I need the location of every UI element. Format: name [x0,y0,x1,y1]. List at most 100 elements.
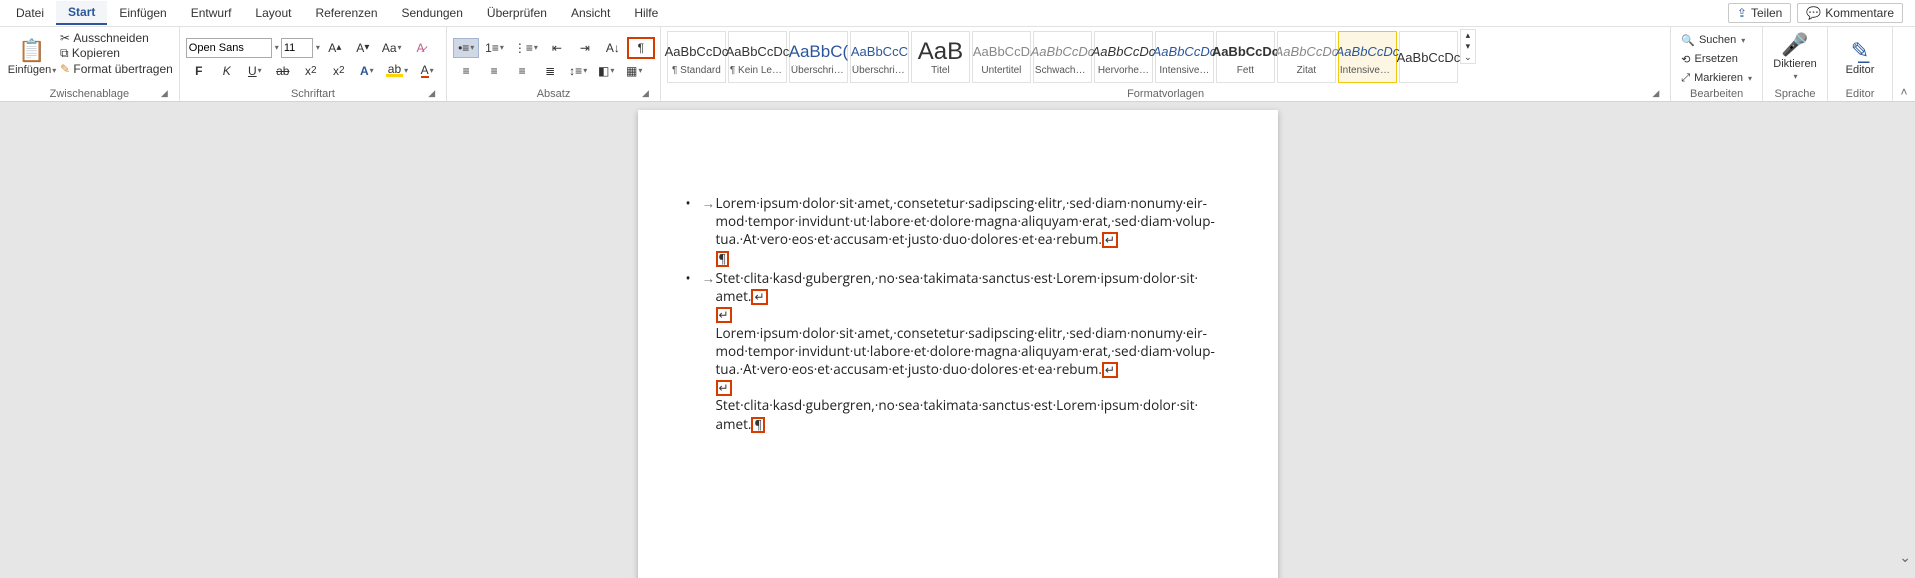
style-preview: AaBbCcD [973,39,1030,65]
styles-launcher[interactable]: ◢ [1649,85,1662,101]
comments-button[interactable]: 💬Kommentare [1797,3,1903,23]
font-color-button[interactable]: A▾ [414,61,440,81]
style-item-5[interactable]: AaBbCcDUntertitel [972,31,1031,83]
tab-datei[interactable]: Datei [4,2,56,24]
style-name: Fett [1237,65,1254,76]
tab-start[interactable]: Start [56,1,107,25]
shrink-font-button[interactable]: A▾ [350,38,376,58]
shading-button[interactable]: ◧▾ [593,61,619,81]
style-item-7[interactable]: AaBbCcDcHervorhe… [1094,31,1153,83]
font-launcher[interactable]: ◢ [425,85,438,101]
cut-button[interactable]: ✂ Ausschneiden [60,31,173,45]
style-item-10[interactable]: AaBbCcDcZitat [1277,31,1336,83]
style-scroll-down[interactable]: ▾ [1461,41,1475,52]
font-name-input[interactable] [186,38,272,58]
tab-ansicht[interactable]: Ansicht [559,2,622,24]
bold-button[interactable]: F [186,61,212,81]
numbering-button[interactable]: 1≡▾ [481,38,508,58]
font-name-dropdown[interactable]: ▾ [275,43,279,52]
style-name: Überschrif… [852,65,907,76]
doc-text: Lorem·ipsum·dolor·sit·amet,·consetetur·s… [716,194,1208,212]
replace-icon: ⟲ [1681,53,1690,66]
share-button[interactable]: ⇪Teilen [1728,3,1791,23]
tab-ueberpruefen[interactable]: Überprüfen [475,2,559,24]
text-effects-button[interactable]: A▾ [354,61,380,81]
font-size-input[interactable] [281,38,313,58]
style-item-0[interactable]: AaBbCcDc¶ Standard [667,31,726,83]
tab-layout[interactable]: Layout [243,2,303,24]
justify-button[interactable]: ≣ [537,61,563,81]
tab-einfuegen[interactable]: Einfügen [107,2,178,24]
style-item-4[interactable]: AaBTitel [911,31,970,83]
style-preview: AaBbCcDc [1153,39,1217,65]
copy-button[interactable]: ⧉ Kopieren [60,46,173,61]
style-item-11[interactable]: AaBbCcDcIntensives… [1338,31,1397,83]
align-left-button[interactable]: ≡ [453,61,479,81]
group-clipboard: 📋 Einfügen▾ ✂ Ausschneiden ⧉ Kopieren ✎ … [0,27,180,101]
style-scroll-up[interactable]: ▴ [1461,30,1475,41]
style-item-1[interactable]: AaBbCcDc¶ Kein Lee… [728,31,787,83]
format-painter-button[interactable]: ✎ Format übertragen [60,62,173,76]
style-name: ¶ Kein Lee… [730,65,785,76]
style-item-9[interactable]: AaBbCcDcFett [1216,31,1275,83]
style-item-6[interactable]: AaBbCcDcSchwache… [1033,31,1092,83]
group-styles: AaBbCcDc¶ StandardAaBbCcDc¶ Kein Lee…AaB… [661,27,1671,101]
tab-referenzen[interactable]: Referenzen [303,2,389,24]
style-item-2[interactable]: AaBbC(Überschrif… [789,31,848,83]
replace-button[interactable]: ⟲ Ersetzen [1677,50,1756,68]
line-spacing-button[interactable]: ↕≡▾ [565,61,591,81]
paste-button[interactable]: 📋 Einfügen▾ [6,29,58,85]
change-case-button[interactable]: Aa▾ [378,38,406,58]
line-break-mark: ↵ [716,380,732,396]
style-item-3[interactable]: AaBbCcCÜberschrif… [850,31,909,83]
paragraph-launcher[interactable]: ◢ [639,85,652,101]
tab-hilfe[interactable]: Hilfe [622,2,670,24]
clipboard-launcher[interactable]: ◢ [158,85,171,101]
select-button[interactable]: ⤢Markieren▾ [1677,69,1756,87]
grow-font-button[interactable]: A▴ [322,38,348,58]
style-item-12[interactable]: AaBbCcDc [1399,31,1458,83]
tab-entwurf[interactable]: Entwurf [179,2,244,24]
show-marks-button[interactable]: ¶ [628,38,654,58]
bullets-button[interactable]: •≡▾ [453,38,479,58]
paste-icon: 📋 [18,38,45,64]
pilcrow-mark: ¶ [716,251,730,267]
find-button[interactable]: 🔍Suchen▾ [1677,31,1756,49]
align-center-button[interactable]: ≡ [481,61,507,81]
sort-button[interactable]: A↓ [600,38,626,58]
group-paragraph-label: Absatz [537,88,571,100]
editor-button[interactable]: ✎̲ Editor [1834,29,1886,85]
workspace: •→ Lorem·ipsum·dolor·sit·amet,·consetetu… [0,102,1915,578]
group-font-label: Schriftart [291,88,335,100]
font-size-dropdown[interactable]: ▾ [316,43,320,52]
subscript-button[interactable]: x2 [298,61,324,81]
style-expand[interactable]: ⌄ [1461,52,1475,63]
italic-button[interactable]: K [214,61,240,81]
style-item-8[interactable]: AaBbCcDcIntensive… [1155,31,1214,83]
group-editor-label: Editor [1846,88,1875,100]
superscript-button[interactable]: x2 [326,61,352,81]
style-name: Titel [931,65,950,76]
cursor-icon: ⤢ [1681,72,1690,85]
editor-icon: ✎̲ [1851,38,1869,64]
align-right-button[interactable]: ≡ [509,61,535,81]
chevron-down-icon[interactable]: ⌄ [1899,549,1911,566]
find-label: Suchen [1699,34,1736,46]
format-painter-label: Format übertragen [73,62,172,76]
borders-button[interactable]: ▦▾ [621,61,647,81]
clear-formatting-button[interactable]: A̷ [408,38,434,58]
style-preview: AaBbCcDc [665,39,729,65]
decrease-indent-button[interactable]: ⇤ [544,38,570,58]
document-page[interactable]: •→ Lorem·ipsum·dolor·sit·amet,·consetetu… [638,110,1278,578]
collapse-ribbon-button[interactable]: ˄ [1900,85,1907,99]
doc-text: amet. [716,415,752,433]
strikethrough-button[interactable]: ab [270,61,296,81]
multilevel-button[interactable]: ⋮≡▾ [510,38,542,58]
replace-label: Ersetzen [1694,53,1737,65]
comments-label: Kommentare [1825,6,1894,20]
highlight-button[interactable]: ab▾ [382,61,412,81]
increase-indent-button[interactable]: ⇥ [572,38,598,58]
underline-button[interactable]: U▾ [242,61,268,81]
dictate-button[interactable]: 🎤 Diktieren▾ [1769,29,1821,85]
tab-sendungen[interactable]: Sendungen [390,2,475,24]
